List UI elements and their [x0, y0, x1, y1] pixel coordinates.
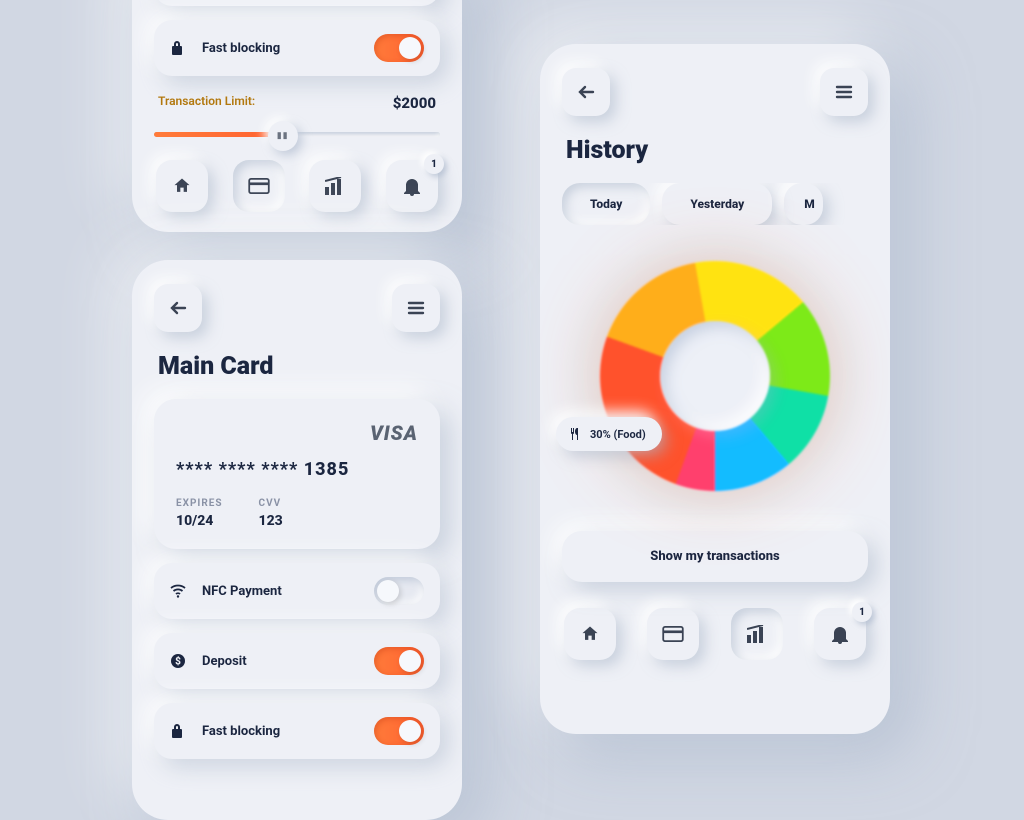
tab-notifications[interactable]: 1: [814, 608, 866, 660]
option-row-nfc: NFC Payment: [154, 563, 440, 619]
tab-notifications[interactable]: 1: [386, 160, 438, 212]
toggle-nfc[interactable]: [374, 577, 424, 605]
tab-card[interactable]: [647, 608, 699, 660]
toggle-fast-blocking[interactable]: [374, 717, 424, 745]
chart-callout-food[interactable]: 30% (Food): [556, 417, 662, 451]
back-button[interactable]: [154, 284, 202, 332]
settings-screen-partial: ● Fast blocking Transaction Limit: $2000…: [132, 0, 462, 232]
option-row-prev: ●: [154, 0, 440, 6]
show-transactions-button[interactable]: Show my transactions: [562, 531, 868, 582]
spending-donut-chart[interactable]: 30% (Food): [562, 231, 868, 521]
page-title: Main Card: [158, 352, 436, 381]
credit-card[interactable]: VISA **** **** **** 1385 EXPIRES 10/24 C…: [154, 399, 440, 549]
toggle-deposit[interactable]: [374, 647, 424, 675]
option-label: NFC Payment: [202, 584, 374, 599]
utensils-icon: [568, 427, 582, 441]
slider-thumb-icon[interactable]: ▮▮: [268, 121, 298, 151]
option-row-fast-blocking: Fast blocking: [154, 20, 440, 76]
page-title: History: [566, 136, 864, 165]
menu-button[interactable]: [392, 284, 440, 332]
wifi-icon: [170, 584, 192, 598]
expires-label: EXPIRES: [176, 498, 223, 509]
bottom-tabbar: 1: [562, 604, 868, 660]
notification-badge: 1: [424, 154, 444, 174]
cvv-label: CVV: [259, 498, 283, 509]
chip-today[interactable]: Today: [562, 183, 650, 225]
menu-button[interactable]: [820, 68, 868, 116]
tab-card[interactable]: [233, 160, 285, 212]
chip-yesterday[interactable]: Yesterday: [662, 183, 772, 225]
expires-value: 10/24: [176, 513, 223, 529]
transaction-limit-row: Transaction Limit: $2000: [154, 90, 440, 120]
svg-text:$: $: [175, 655, 181, 668]
bottom-tabbar: 1: [154, 156, 440, 212]
card-number: **** **** **** 1385: [176, 459, 418, 480]
toggle-fast-blocking[interactable]: [374, 34, 424, 62]
option-label: Fast blocking: [202, 724, 374, 739]
option-row-fast-blocking: Fast blocking: [154, 703, 440, 759]
chip-more[interactable]: M: [784, 183, 823, 225]
option-row-deposit: $ Deposit: [154, 633, 440, 689]
tab-stats[interactable]: [731, 608, 783, 660]
main-card-screen: Main Card VISA **** **** **** 1385 EXPIR…: [132, 260, 462, 820]
date-filter-chips: Today Yesterday M: [562, 183, 868, 225]
notification-badge: 1: [852, 602, 872, 622]
card-brand: VISA: [176, 421, 418, 445]
back-button[interactable]: [562, 68, 610, 116]
lock-icon: [170, 723, 192, 739]
option-label: Deposit: [202, 654, 374, 669]
chart-callout-label: 30% (Food): [590, 428, 646, 441]
tab-home[interactable]: [156, 160, 208, 212]
cvv-value: 123: [259, 513, 283, 529]
transaction-limit-slider[interactable]: ▮▮: [154, 120, 440, 146]
lock-icon: [170, 40, 192, 56]
dollar-icon: $: [170, 653, 192, 669]
option-label: Fast blocking: [202, 41, 374, 56]
transaction-limit-value: $2000: [393, 94, 436, 112]
history-screen: History Today Yesterday M 30% (Food) Sho…: [540, 44, 890, 734]
tab-stats[interactable]: [309, 160, 361, 212]
tab-home[interactable]: [564, 608, 616, 660]
transaction-limit-label: Transaction Limit:: [158, 94, 255, 112]
